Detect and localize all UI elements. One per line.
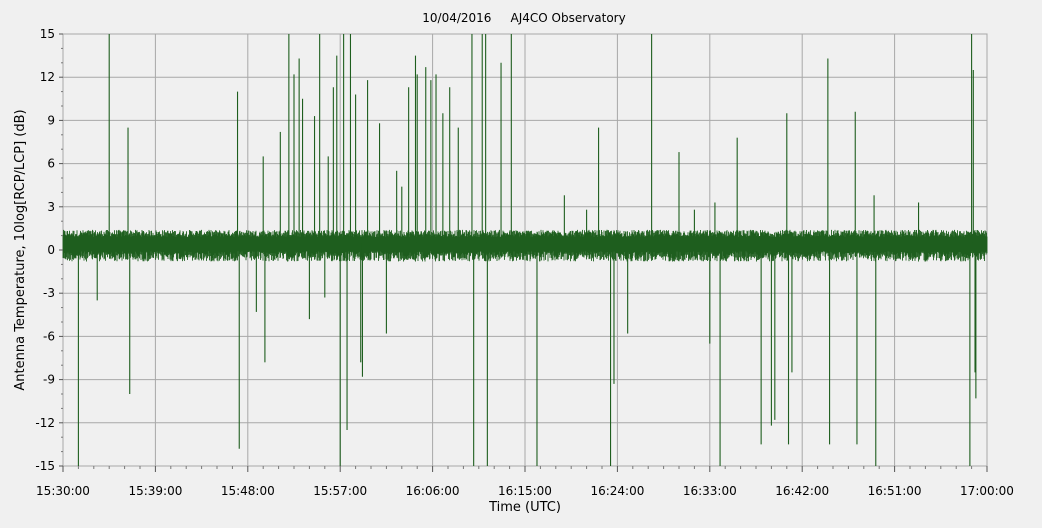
x-tick-label: 15:30:00	[36, 484, 90, 498]
chart-svg: 10/04/2016 AJ4CO Observatory 15 12 9 6 3 0 -3 -…	[13, 11, 1014, 515]
x-tick-label: 16:51:00	[868, 484, 922, 498]
y-tick-label: 9	[47, 113, 55, 127]
x-tick-label: 16:33:00	[683, 484, 737, 498]
chart-title: 10/04/2016 AJ4CO Observatory	[422, 11, 625, 25]
y-tick-label: 0	[47, 243, 55, 257]
y-axis-label: Antenna Temperature, 10log[RCP/LCP] (dB)	[13, 109, 28, 390]
y-tick-label: 15	[40, 27, 55, 41]
x-tick-label: 15:57:00	[313, 484, 367, 498]
x-tick-label: 16:24:00	[590, 484, 644, 498]
y-tick-label: 3	[47, 200, 55, 214]
y-tick-label: 12	[40, 70, 55, 84]
y-tick-label: -12	[35, 416, 55, 430]
x-tick-label: 16:15:00	[498, 484, 552, 498]
chart-root: 10/04/2016 AJ4CO Observatory 15 12 9 6 3 0 -3 -…	[0, 0, 1042, 524]
x-tick-label: 15:39:00	[128, 484, 182, 498]
series-noise-trace	[62, 229, 988, 262]
x-tick-label: 17:00:00	[960, 484, 1014, 498]
y-tick-label: -3	[43, 286, 55, 300]
y-tick-label: -9	[43, 373, 55, 387]
y-tick-label: 6	[47, 157, 55, 171]
x-tick-label: 15:48:00	[221, 484, 275, 498]
y-tick-label: -6	[43, 329, 55, 343]
x-tick-label: 16:42:00	[775, 484, 829, 498]
x-tick-label: 16:06:00	[406, 484, 460, 498]
noise-layer	[62, 229, 988, 262]
x-axis-label: Time (UTC)	[488, 500, 561, 515]
y-tick-label: -15	[35, 459, 55, 473]
